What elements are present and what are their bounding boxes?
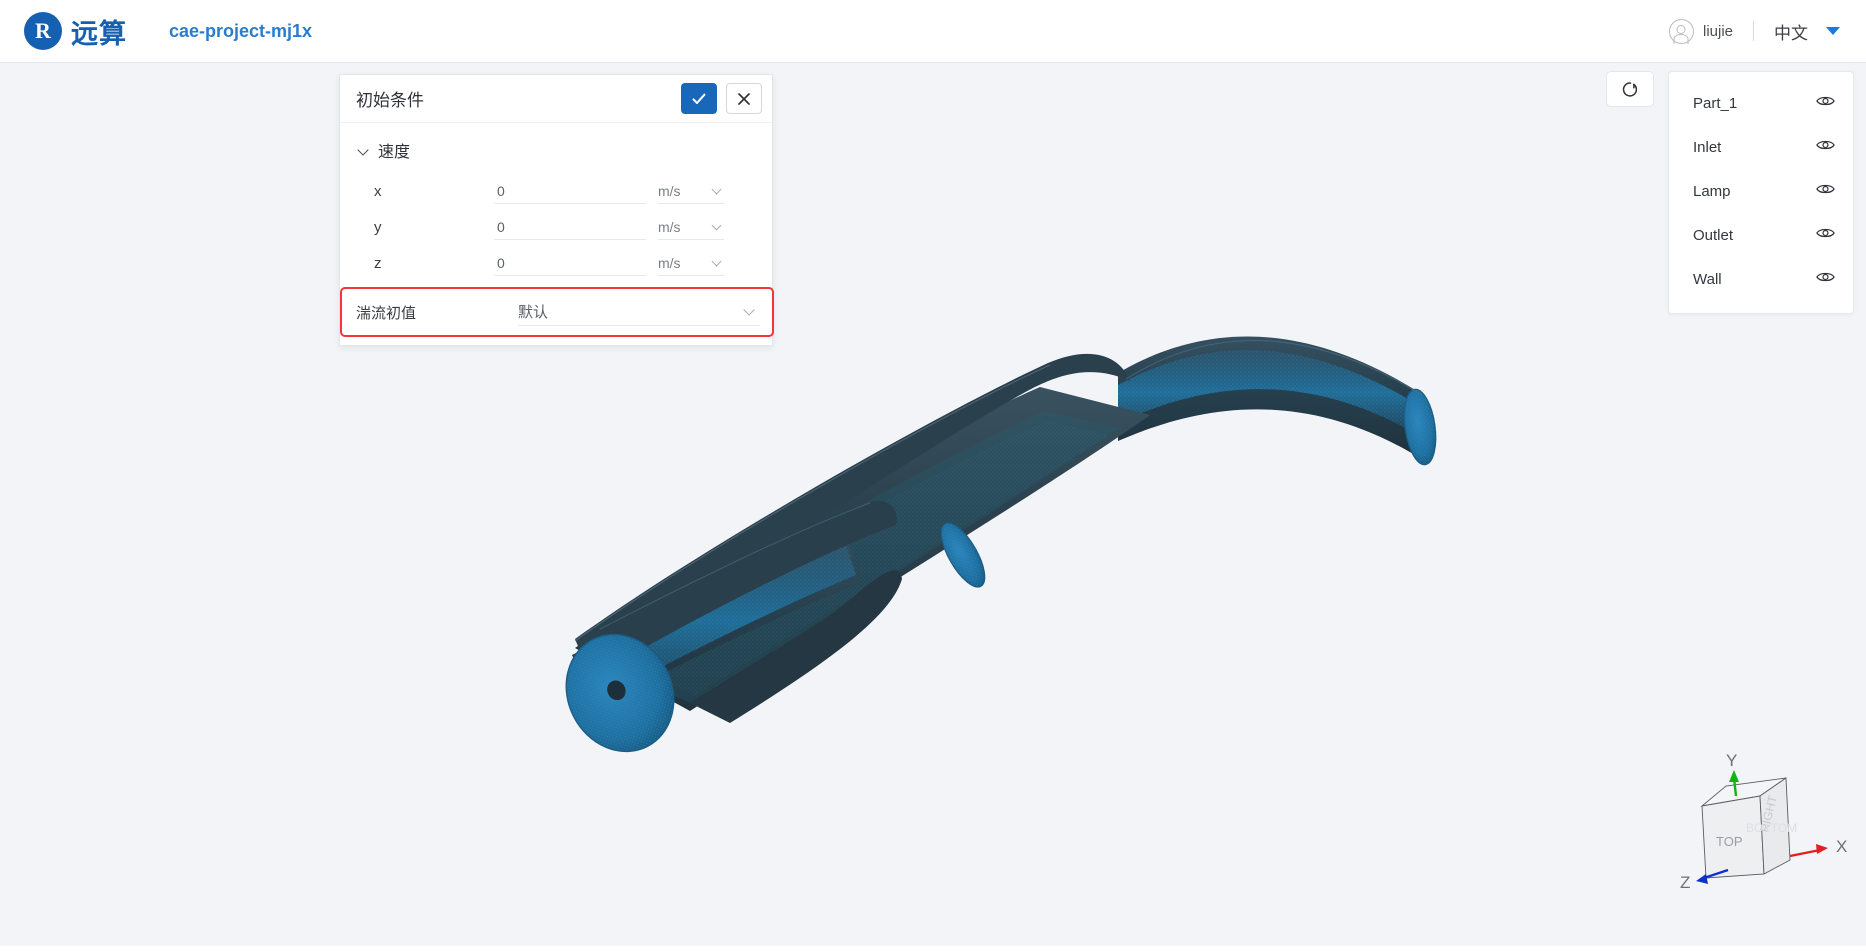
axis-label-x: X [1836, 837, 1847, 856]
dialog-header: 初始条件 [340, 75, 772, 123]
brand-name: 远算 [71, 18, 127, 49]
velocity-y-row: y m/s [340, 209, 772, 245]
velocity-x-input[interactable] [494, 178, 646, 204]
chevron-down-icon [713, 258, 722, 267]
reset-circle-icon [1622, 81, 1637, 97]
dialog-actions [681, 83, 762, 114]
velocity-y-input[interactable] [494, 214, 646, 240]
parts-visibility-panel: Part_1 Inlet Lamp Outlet Wall [1668, 71, 1854, 314]
model-canvas[interactable] [0, 63, 1866, 946]
confirm-button[interactable] [681, 83, 717, 114]
user-name: liujie [1702, 22, 1733, 40]
part-label: Part_1 [1693, 94, 1738, 112]
cube-face-top: TOP [1716, 834, 1743, 849]
velocity-y-unit-select[interactable]: m/s [658, 214, 724, 240]
chevron-down-icon[interactable] [358, 145, 369, 156]
axis-label-y: Y [1726, 751, 1737, 770]
eye-icon[interactable] [1816, 94, 1835, 113]
velocity-z-unit-select[interactable]: m/s [658, 250, 724, 276]
axis-orientation-widget[interactable]: TOP RIGHT BOTTOM Y X Z [1668, 748, 1858, 908]
velocity-x-unit-select[interactable]: m/s [658, 178, 724, 204]
eye-icon[interactable] [1816, 138, 1835, 157]
chevron-down-icon [713, 222, 722, 231]
dialog-body: 速度 x m/s y m/s z m/s [340, 123, 774, 345]
part-row-lamp[interactable]: Lamp [1669, 169, 1853, 213]
unit-label: m/s [658, 182, 681, 199]
part-label: Wall [1693, 270, 1722, 288]
viewport-3d[interactable] [0, 63, 1866, 946]
cancel-button[interactable] [726, 83, 762, 114]
project-title[interactable]: cae-project-mj1x [169, 21, 312, 42]
velocity-x-label: x [374, 182, 382, 200]
chevron-down-icon [745, 306, 756, 317]
part-label: Inlet [1693, 138, 1722, 156]
eye-icon[interactable] [1816, 182, 1835, 201]
velocity-z-label: z [374, 254, 382, 272]
user-circle-icon [1668, 18, 1694, 44]
top-bar-right: liujie 中文 [1668, 18, 1840, 44]
app-logo-icon: R [24, 12, 62, 50]
part-label: Outlet [1693, 226, 1734, 244]
close-icon [738, 92, 750, 105]
unit-label: m/s [658, 254, 681, 271]
top-bar: R 远算 cae-project-mj1x liujie 中文 [0, 0, 1866, 63]
unit-label: m/s [658, 218, 681, 235]
part-row-outlet[interactable]: Outlet [1669, 213, 1853, 257]
velocity-z-row: z m/s [340, 245, 772, 281]
reset-view-button[interactable] [1606, 71, 1654, 107]
user-menu[interactable]: liujie [1668, 18, 1733, 44]
turbulence-value-select[interactable]: 默认 [518, 298, 760, 326]
logo-glyph: R [35, 18, 51, 43]
axis-label-z: Z [1680, 873, 1690, 892]
part-row-inlet[interactable]: Inlet [1669, 125, 1853, 169]
eye-icon[interactable] [1816, 226, 1835, 245]
chevron-down-icon [713, 186, 722, 195]
divider [1753, 21, 1754, 41]
pipe-junction-mesh [565, 336, 1437, 753]
velocity-x-row: x m/s [340, 173, 772, 209]
dialog-title: 初始条件 [356, 91, 424, 110]
brand[interactable]: R 远算 [24, 12, 127, 51]
turbulence-value: 默认 [518, 304, 549, 321]
velocity-z-input[interactable] [494, 250, 646, 276]
chevron-down-icon[interactable] [1826, 27, 1840, 35]
part-row-wall[interactable]: Wall [1669, 257, 1853, 301]
eye-icon[interactable] [1816, 270, 1835, 289]
turbulence-label: 湍流初值 [356, 304, 417, 322]
check-icon [692, 93, 706, 104]
part-label: Lamp [1693, 182, 1731, 200]
cube-face-bottom: BOTTOM [1746, 821, 1797, 835]
velocity-section-label: 速度 [378, 144, 411, 161]
language-label[interactable]: 中文 [1774, 19, 1808, 44]
part-row-part-1[interactable]: Part_1 [1669, 81, 1853, 125]
turbulence-initial-value-row[interactable]: 湍流初值 默认 [340, 287, 774, 337]
initial-conditions-dialog: 初始条件 速度 x m/s [339, 74, 774, 346]
velocity-section-header[interactable]: 速度 [340, 123, 772, 173]
velocity-y-label: y [374, 218, 382, 236]
